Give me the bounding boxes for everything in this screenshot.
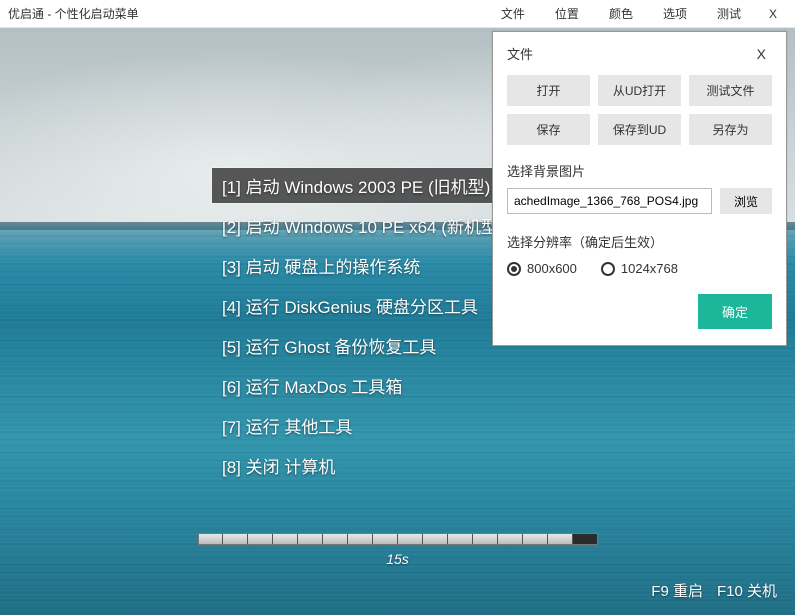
radio-icon: [507, 262, 521, 276]
boot-item-1[interactable]: [1] 启动 Windows 2003 PE (旧机型): [212, 168, 514, 203]
file-dialog: 文件 X 打开 从UD打开 测试文件 保存 保存到UD 另存为 选择背景图片 浏…: [492, 31, 787, 346]
menu-color[interactable]: 颜色: [603, 3, 639, 24]
dialog-title: 文件: [507, 44, 533, 63]
browse-button[interactable]: 浏览: [720, 188, 772, 214]
menu-position[interactable]: 位置: [549, 3, 585, 24]
radio-label: 800x600: [527, 261, 577, 276]
boot-menu-list: [1] 启动 Windows 2003 PE (旧机型) [2] 启动 Wind…: [212, 168, 514, 488]
hotkey-reboot: F9 重启: [651, 580, 703, 601]
boot-item-3[interactable]: [3] 启动 硬盘上的操作系统: [212, 248, 514, 283]
save-to-ud-button[interactable]: 保存到UD: [598, 114, 681, 145]
confirm-button[interactable]: 确定: [698, 294, 772, 329]
bg-image-label: 选择背景图片: [507, 161, 772, 180]
open-from-ud-button[interactable]: 从UD打开: [598, 75, 681, 106]
radio-800x600[interactable]: 800x600: [507, 261, 577, 276]
test-file-button[interactable]: 测试文件: [689, 75, 772, 106]
bg-file-input[interactable]: [507, 188, 712, 214]
boot-item-4[interactable]: [4] 运行 DiskGenius 硬盘分区工具: [212, 288, 514, 323]
menu-file[interactable]: 文件: [495, 3, 531, 24]
dialog-close-button[interactable]: X: [751, 46, 772, 62]
resolution-radios: 800x600 1024x768: [507, 261, 772, 276]
confirm-row: 确定: [507, 294, 772, 329]
radio-1024x768[interactable]: 1024x768: [601, 261, 678, 276]
radio-label: 1024x768: [621, 261, 678, 276]
menubar-items: 文件 位置 颜色 选项 测试: [495, 3, 747, 24]
countdown-progress: 15s: [198, 533, 598, 567]
preview-canvas: [1] 启动 Windows 2003 PE (旧机型) [2] 启动 Wind…: [0, 28, 795, 615]
radio-icon: [601, 262, 615, 276]
resolution-label: 选择分辨率（确定后生效）: [507, 232, 772, 251]
footer-hotkeys: F9 重启 F10 关机: [651, 580, 777, 601]
window-close-button[interactable]: X: [759, 5, 787, 23]
menu-options[interactable]: 选项: [657, 3, 693, 24]
save-as-button[interactable]: 另存为: [689, 114, 772, 145]
progress-bar: [198, 533, 598, 545]
dialog-button-grid: 打开 从UD打开 测试文件 保存 保存到UD 另存为: [507, 75, 772, 145]
boot-item-8[interactable]: [8] 关闭 计算机: [212, 448, 514, 483]
bg-file-row: 浏览: [507, 188, 772, 214]
countdown-text: 15s: [198, 551, 598, 567]
boot-item-2[interactable]: [2] 启动 Windows 10 PE x64 (新机型): [212, 208, 514, 243]
boot-item-6[interactable]: [6] 运行 MaxDos 工具箱: [212, 368, 514, 403]
boot-item-7[interactable]: [7] 运行 其他工具: [212, 408, 514, 443]
dialog-header: 文件 X: [507, 44, 772, 63]
menubar: 优启通 - 个性化启动菜单 文件 位置 颜色 选项 测试 X: [0, 0, 795, 28]
menu-test[interactable]: 测试: [711, 3, 747, 24]
boot-item-5[interactable]: [5] 运行 Ghost 备份恢复工具: [212, 328, 514, 363]
app-title: 优启通 - 个性化启动菜单: [8, 5, 495, 22]
hotkey-shutdown: F10 关机: [717, 580, 777, 601]
save-button[interactable]: 保存: [507, 114, 590, 145]
open-button[interactable]: 打开: [507, 75, 590, 106]
